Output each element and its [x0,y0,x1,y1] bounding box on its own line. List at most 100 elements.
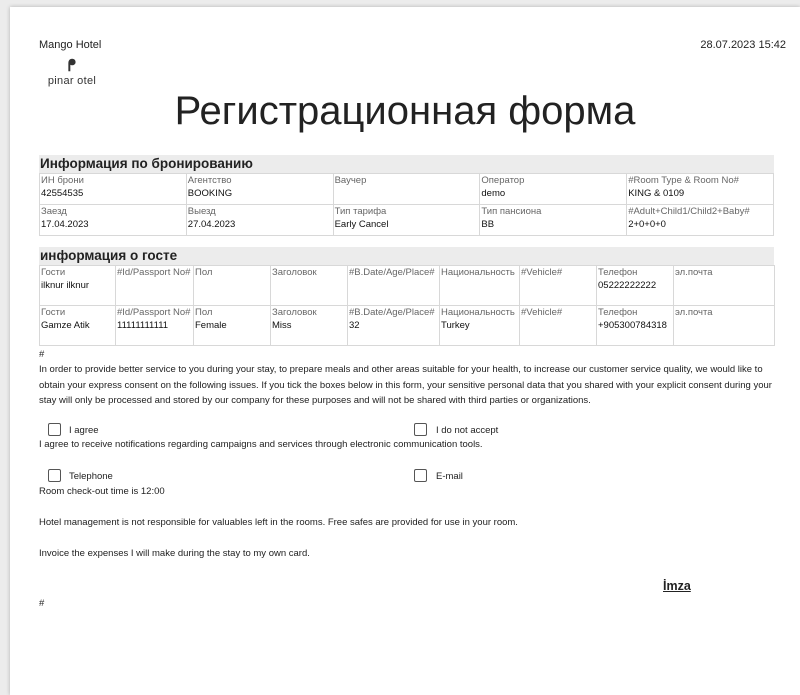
cell-label: Телефон [598,267,638,278]
guest-table: Гости ilknur ilknur #Id/Passport No# Пол … [39,265,775,346]
email-checkbox[interactable] [414,469,427,482]
cell-label: #Id/Passport No# [117,307,191,318]
cell-label: Тип пансиона [481,206,542,217]
email-label: E-mail [436,471,463,482]
cell-arrival: Заезд 17.04.2023 [39,204,187,236]
hash-marker-top: # [39,349,45,360]
reservation-table: ИН брони 42554535 Агентство BOOKING Ваучер… [39,173,774,236]
cell-gender: Пол Female [193,305,271,346]
cell-room-type: #Room Type & Room No# KING & 0109 [626,173,774,205]
cell-label: #B.Date/Age/Place# [349,267,435,278]
cell-passport: #Id/Passport No# 11111111111 [115,305,194,346]
cell-label: #Room Type & Room No# [628,175,739,186]
hash-marker-bottom: # [39,598,45,609]
reservation-section: Информация по бронированию ИН брони 42554… [39,155,774,236]
cell-pax: #Adult+Child1/Child2+Baby# 2+0+0+0 [626,204,774,236]
cell-phone: Телефон 05222222222 [596,265,674,306]
cell-label: Национальность [441,267,515,278]
cell-phone: Телефон +905300784318 [596,305,674,346]
cell-value: BB [481,218,495,230]
cell-label: Гости [41,307,66,318]
cell-guest-name: Гости ilknur ilknur [39,265,116,306]
cell-label: #Id/Passport No# [117,267,191,278]
cell-value: demo [481,187,506,199]
logo-text: pinar otel [47,75,97,87]
cell-label: Заезд [41,206,67,217]
cell-value: 05222222222 [598,279,657,291]
document-page: Mango Hotel 28.07.2023 15:42 ᖰ pinar ote… [10,7,800,695]
print-datetime: 28.07.2023 15:42 [700,39,786,51]
cell-passport: #Id/Passport No# [115,265,194,306]
cell-label: #Vehicle# [521,307,563,318]
agree-label: I agree [69,425,99,436]
reservation-heading: Информация по бронированию [39,155,774,173]
cell-email: эл.почта [673,305,775,346]
page-title: Регистрационная форма [174,89,636,133]
cell-value: BOOKING [187,187,233,199]
cell-label: Оператор [481,175,525,186]
cell-value: +905300784318 [598,319,667,331]
cell-value: 11111111111 [117,319,169,331]
cell-label: Пол [195,307,213,318]
cell-email: эл.почта [673,265,775,306]
cell-value: Gamze Atik [41,319,90,331]
telephone-checkbox[interactable] [48,469,61,482]
valuables-text: Hotel management is not responsible for … [39,517,518,528]
cell-value: Early Cancel [334,218,389,230]
cell-label: эл.почта [675,267,713,278]
cell-reservation-id: ИН брони 42554535 [39,173,187,205]
cell-value: 27.04.2023 [187,218,236,230]
checkout-text: Room check-out time is 12:00 [39,486,165,497]
reservation-row-1: ИН брони 42554535 Агентство BOOKING Ваучер… [39,173,774,205]
cell-label: #B.Date/Age/Place# [349,307,435,318]
cell-value: Turkey [441,319,470,331]
consent-text: In order to provide better service to yo… [39,364,772,406]
cell-value: 32 [349,319,360,331]
guest-section: информация о госте Гости ilknur ilknur #I… [39,247,775,346]
cell-label: #Vehicle# [521,267,563,278]
cell-title: Заголовок [270,265,348,306]
cell-voucher: Ваучер [332,173,481,205]
cell-label: Тип тарифа [334,206,387,217]
logo-mark-icon: ᖰ [67,58,77,75]
cell-departure: Выезд 27.04.2023 [185,204,334,236]
cell-value: ilknur ilknur [41,279,90,291]
cell-label: ИН брони [41,175,84,186]
cell-value: Miss [272,319,292,331]
cell-agency: Агентство BOOKING [185,173,334,205]
cell-birth: #B.Date/Age/Place# [347,265,440,306]
cell-label: Гости [41,267,66,278]
cell-title: Заголовок Miss [270,305,348,346]
cell-label: Заголовок [272,267,317,278]
cell-label: Телефон [598,307,638,318]
cell-label: Заголовок [272,307,317,318]
cell-vehicle: #Vehicle# [519,265,597,306]
cell-board-type: Тип пансиона BB [479,204,628,236]
cell-label: Национальность [441,307,515,318]
reservation-row-2: Заезд 17.04.2023 Выезд 27.04.2023 Тип тари… [39,204,774,236]
cell-label: Агентство [187,175,232,186]
cell-label: Ваучер [334,175,367,186]
cell-birth: #B.Date/Age/Place# 32 [347,305,440,346]
cell-gender: Пол [193,265,271,306]
hotel-name: Mango Hotel [39,39,102,51]
not-accept-checkbox[interactable] [414,423,427,436]
guest-heading: информация о госте [39,247,774,265]
cell-vehicle: #Vehicle# [519,305,597,346]
agree-checkbox[interactable] [48,423,61,436]
cell-value: KING & 0109 [628,187,685,199]
cell-operator: Оператор demo [479,173,628,205]
hotel-logo: ᖰ pinar otel [39,58,105,88]
cell-value: Female [195,319,227,331]
cell-nationality: Национальность [439,265,520,306]
not-accept-label: I do not accept [436,425,499,436]
guest-row: Гости Gamze Atik #Id/Passport No# 11111111… [39,305,775,346]
telephone-label: Telephone [69,471,113,482]
invoice-text: Invoice the expenses I will make during … [39,548,310,559]
guest-row: Гости ilknur ilknur #Id/Passport No# Пол … [39,265,775,306]
notifications-text: I agree to receive notifications regardi… [39,439,483,450]
cell-value: 42554535 [41,187,84,199]
cell-guest-name: Гости Gamze Atik [39,305,116,346]
cell-label: Выезд [187,206,216,217]
cell-value: 17.04.2023 [41,218,89,230]
